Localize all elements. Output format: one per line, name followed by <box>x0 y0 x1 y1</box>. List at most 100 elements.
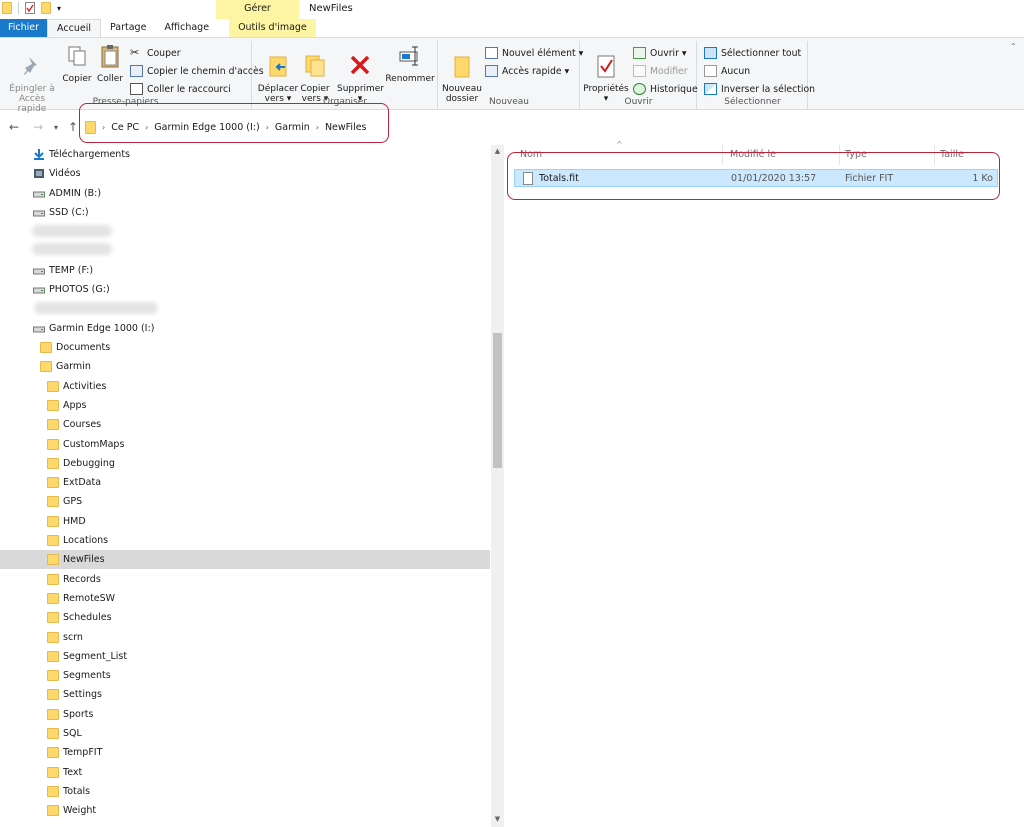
tree-item-garmin-edge-1000-i[interactable]: Garmin Edge 1000 (I:) <box>0 319 490 338</box>
group-new: Nouveau dossier Nouvel élément ▾ Accès r… <box>439 41 583 109</box>
qat-dropdown-icon[interactable]: ▾ <box>57 4 61 13</box>
copy-button[interactable]: Copier <box>62 43 92 84</box>
redacted-entry <box>34 302 158 314</box>
properties-check-icon <box>597 55 615 78</box>
move-to-button[interactable]: Déplacer vers ▾ <box>257 43 299 104</box>
tree-item-records[interactable]: Records <box>0 570 490 589</box>
back-arrow-icon[interactable]: ← <box>9 120 19 134</box>
select-none-icon <box>704 65 717 77</box>
tree-item-photos-g[interactable]: PHOTOS (G:) <box>0 280 490 299</box>
tree-item-apps[interactable]: Apps <box>0 396 490 415</box>
tree-item-documents[interactable]: Documents <box>0 338 490 357</box>
tree-item-admin-b[interactable]: ADMIN (B:) <box>0 184 490 203</box>
forward-arrow-icon[interactable]: → <box>33 120 43 134</box>
tree-item-extdata[interactable]: ExtData <box>0 473 490 492</box>
recent-locations-icon[interactable]: ▾ <box>54 123 58 132</box>
folder-icon <box>47 592 59 604</box>
history-button[interactable]: Historique <box>633 81 698 97</box>
address-highlight-outline <box>79 103 389 143</box>
tree-item-label: GPS <box>63 496 83 508</box>
tree-item-temp-f[interactable]: TEMP (F:) <box>0 261 490 280</box>
tree-item-vid-os[interactable]: Vidéos <box>0 164 490 183</box>
tree-item-sql[interactable]: SQL <box>0 724 490 743</box>
easy-access-icon <box>485 65 498 77</box>
folder-icon <box>40 342 52 353</box>
delete-button[interactable]: Supprimer ▾ <box>337 43 384 104</box>
rename-button[interactable]: Renommer <box>385 43 435 84</box>
tree-item-label: Garmin Edge 1000 (I:) <box>49 322 155 334</box>
shortcut-icon <box>130 83 143 95</box>
new-folder-icon[interactable] <box>41 2 51 14</box>
scrollbar-thumb[interactable] <box>493 333 502 468</box>
folder-icon <box>47 670 59 682</box>
select-none-button[interactable]: Aucun <box>704 63 750 79</box>
tree-item-sports[interactable]: Sports <box>0 705 490 724</box>
tree-item-label: Locations <box>63 535 109 546</box>
tree-item-hmd[interactable]: HMD <box>0 512 490 531</box>
tree-item-settings[interactable]: Settings <box>0 685 490 704</box>
invert-selection-button[interactable]: Inverser la sélection <box>704 81 815 97</box>
paste-button[interactable]: Coller <box>96 43 124 84</box>
folder-icon <box>40 361 52 373</box>
tab-home[interactable]: Accueil <box>47 19 101 37</box>
copy-path-button[interactable]: Copier le chemin d'accès <box>130 63 264 79</box>
quick-access-toolbar: ▾ <box>2 2 61 14</box>
folder-icon <box>47 747 59 759</box>
tree-item-label: Vidéos <box>49 168 81 180</box>
new-item-button[interactable]: Nouvel élément ▾ <box>485 45 583 61</box>
new-folder-button[interactable]: Nouveau dossier <box>441 43 483 104</box>
tree-item-t-l-chargements[interactable]: Téléchargements <box>0 145 490 164</box>
cut-button[interactable]: ✂ Couper <box>130 45 181 61</box>
edit-button[interactable]: Modifier <box>633 63 688 79</box>
tree-item-label: Apps <box>63 399 87 411</box>
tree-item-locations[interactable]: Locations <box>0 531 490 550</box>
tree-item-segments[interactable]: Segments <box>0 666 490 685</box>
tree-item-remotesw[interactable]: RemoteSW <box>0 589 490 608</box>
scroll-up-icon[interactable]: ▲ <box>491 147 504 155</box>
scroll-down-icon[interactable]: ▼ <box>491 815 504 823</box>
tree-item-scrn[interactable]: scrn <box>0 628 490 647</box>
tree-item-label: ADMIN (B:) <box>49 187 102 199</box>
tree-item-garmin[interactable]: Garmin <box>0 357 490 376</box>
tree-item-text[interactable]: Text <box>0 763 490 782</box>
redacted-entry <box>32 225 112 237</box>
paste-shortcut-button[interactable]: Coller le raccourci <box>130 81 231 97</box>
tree-item-newfiles[interactable]: NewFiles <box>0 550 490 570</box>
tree-item-ssd-c[interactable]: SSD (C:) <box>0 203 490 222</box>
tab-picture-tools[interactable]: Outils d'image <box>229 19 316 37</box>
tab-share[interactable]: Partage <box>101 19 155 37</box>
open-button[interactable]: Ouvrir ▾ <box>633 45 687 61</box>
folder-icon[interactable] <box>2 2 12 14</box>
tree-item-schedules[interactable]: Schedules <box>0 608 490 627</box>
tab-file[interactable]: Fichier <box>0 19 48 37</box>
tree-item-label: Segments <box>63 670 111 682</box>
collapse-ribbon-icon[interactable]: ⌃ <box>1010 42 1017 51</box>
tree-item-debugging[interactable]: Debugging <box>0 454 490 473</box>
tree-scrollbar[interactable]: ▲ ▼ <box>491 145 504 827</box>
easy-access-button[interactable]: Accès rapide ▾ <box>485 63 569 79</box>
group-select: Sélectionner tout Aucun Inverser la séle… <box>698 41 815 109</box>
up-arrow-icon[interactable]: ↑ <box>68 120 78 134</box>
ribbon-tabs: Fichier Accueil Partage Affichage Outils… <box>0 19 1024 37</box>
tree-item-tempfit[interactable]: TempFIT <box>0 743 490 762</box>
select-all-button[interactable]: Sélectionner tout <box>704 45 801 61</box>
tree-item-totals[interactable]: Totals <box>0 782 490 801</box>
copy-to-button[interactable]: Copier vers ▾ <box>297 43 333 104</box>
tree-item-segment-list[interactable]: Segment_List <box>0 647 490 666</box>
folder-icon <box>47 515 59 527</box>
tree-item-activities[interactable]: Activities <box>0 377 490 396</box>
tab-view[interactable]: Affichage <box>155 19 218 37</box>
toolbar-separator <box>18 2 19 14</box>
tree-item-courses[interactable]: Courses <box>0 415 490 434</box>
folder-icon <box>47 554 59 566</box>
tree-item-label: CustomMaps <box>63 438 125 450</box>
folder-icon <box>47 631 59 643</box>
tree-item-custommaps[interactable]: CustomMaps <box>0 435 490 454</box>
tree-item-weight[interactable]: Weight <box>0 801 490 820</box>
group-open: Propriétés ▾ Ouvrir ▾ Modifier Historiqu… <box>581 41 698 109</box>
properties-button[interactable]: Propriétés ▾ <box>583 43 629 104</box>
tree-item-gps[interactable]: GPS <box>0 492 490 511</box>
tree-item-label: Documents <box>56 342 111 353</box>
properties-icon[interactable] <box>25 2 35 14</box>
folder-icon <box>47 535 59 546</box>
